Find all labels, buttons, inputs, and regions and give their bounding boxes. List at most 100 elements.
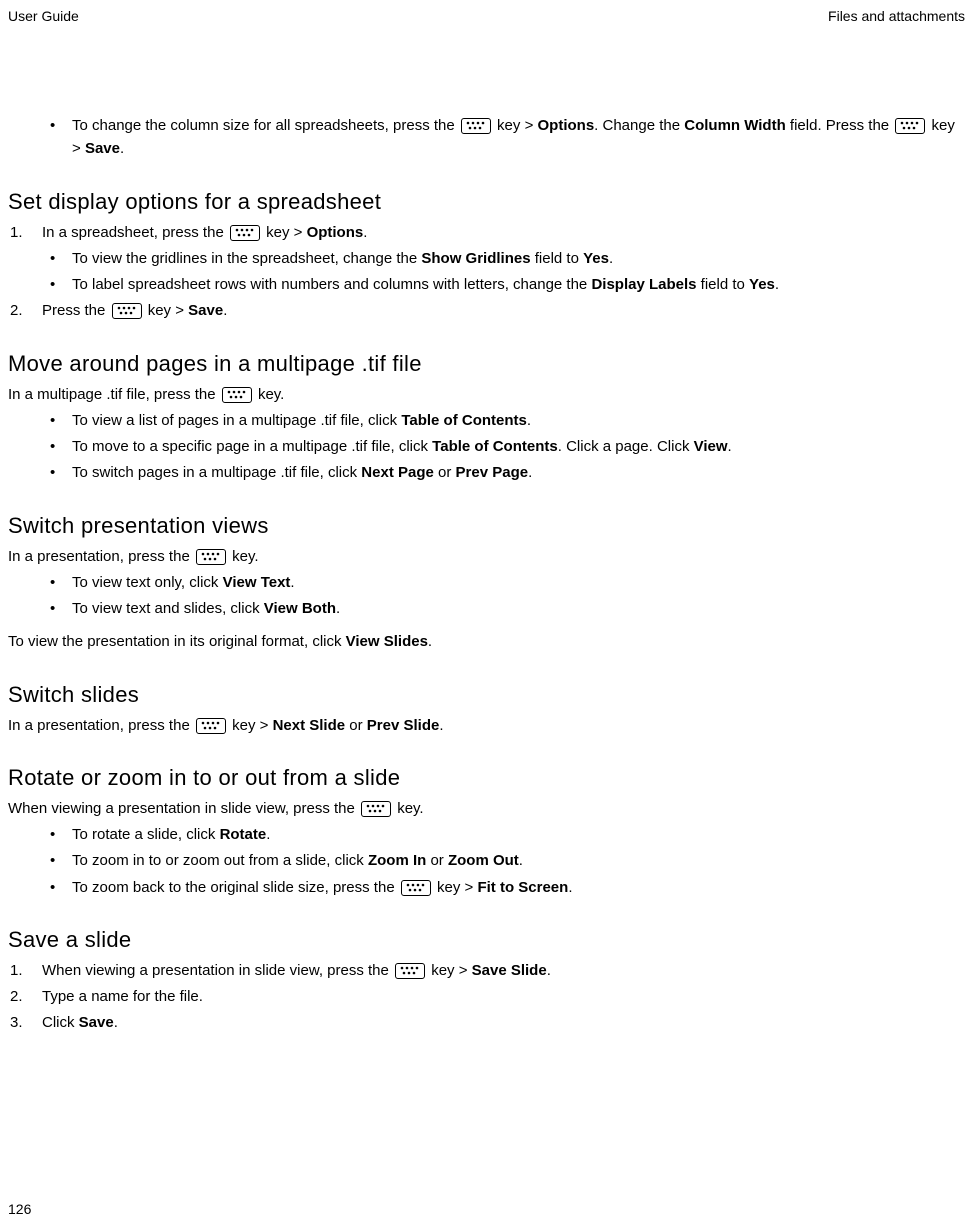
bold-save: Save (79, 1014, 114, 1031)
sec3-outro: To view the presentation in its original… (8, 630, 965, 653)
header-left: User Guide (8, 8, 79, 24)
sec1-step2: 2. Press the key > Save. (8, 299, 965, 322)
sec5-bullets: To rotate a slide, click Rotate. To zoom… (8, 823, 965, 899)
text: . Change the (594, 117, 684, 134)
text: field to (531, 250, 584, 267)
text: . (223, 302, 227, 319)
text: or (345, 717, 367, 734)
text: Press the (42, 302, 110, 319)
text: . (527, 412, 531, 429)
menu-key-icon (401, 880, 431, 896)
sec6-s3: 3. Click Save. (8, 1011, 965, 1034)
bold-view-both: View Both (264, 600, 336, 617)
text: To zoom in to or zoom out from a slide, … (72, 852, 368, 869)
text: In a spreadsheet, press the (42, 224, 228, 241)
bold-next-slide: Next Slide (273, 717, 346, 734)
bold-prev-slide: Prev Slide (367, 717, 440, 734)
bold-view-text: View Text (223, 574, 291, 591)
text: key > (144, 302, 189, 319)
bold-rotate: Rotate (220, 826, 267, 843)
bold-view: View (694, 438, 728, 455)
sec5-b1: To rotate a slide, click Rotate. (50, 823, 965, 846)
bold-toc: Table of Contents (401, 412, 527, 429)
text: key > (427, 962, 472, 979)
heading-set-display-options: Set display options for a spreadsheet (8, 189, 965, 215)
text: or (434, 464, 456, 481)
sec2-intro: In a multipage .tif file, press the key. (8, 383, 965, 406)
menu-key-icon (395, 963, 425, 979)
bold-show-gridlines: Show Gridlines (421, 250, 530, 267)
text: key. (228, 548, 259, 565)
bold-save: Save (85, 140, 120, 157)
text: To view text and slides, click (72, 600, 264, 617)
menu-key-icon (196, 549, 226, 565)
bold-zoom-in: Zoom In (368, 852, 426, 869)
text: To switch pages in a multipage .tif file… (72, 464, 361, 481)
text: key > (493, 117, 538, 134)
bold-save-slide: Save Slide (472, 962, 547, 979)
sec3-bullets: To view text only, click View Text. To v… (8, 571, 965, 621)
sec5-b3: To zoom back to the original slide size,… (50, 876, 965, 899)
bold-zoom-out: Zoom Out (448, 852, 519, 869)
bold-next-page: Next Page (361, 464, 434, 481)
step-number: 1. (10, 959, 23, 982)
text: . (519, 852, 523, 869)
menu-key-icon (196, 718, 226, 734)
text: . (120, 140, 124, 157)
text: To label spreadsheet rows with numbers a… (72, 276, 591, 293)
menu-key-icon (461, 118, 491, 134)
text: . (290, 574, 294, 591)
text: or (426, 852, 448, 869)
text: In a multipage .tif file, press the (8, 386, 220, 403)
text: . (775, 276, 779, 293)
sec2-b2: To move to a specific page in a multipag… (50, 435, 965, 458)
bold-display-labels: Display Labels (591, 276, 696, 293)
step-number: 3. (10, 1011, 23, 1034)
sec1-step1: 1. In a spreadsheet, press the key > Opt… (8, 221, 965, 297)
menu-key-icon (222, 387, 252, 403)
text: To change the column size for all spread… (72, 117, 459, 134)
text: key. (393, 800, 424, 817)
sec4-p: In a presentation, press the key > Next … (8, 714, 965, 737)
sec1-b2: To label spreadsheet rows with numbers a… (50, 273, 965, 296)
text: key > (433, 879, 478, 896)
text: key > (228, 717, 273, 734)
page-content: To change the column size for all spread… (8, 114, 965, 1035)
sec6-s2: 2. Type a name for the file. (8, 985, 965, 1008)
text: . (266, 826, 270, 843)
text: . (547, 962, 551, 979)
sec6-s1: 1. When viewing a presentation in slide … (8, 959, 965, 982)
step-number: 2. (10, 299, 23, 322)
heading-rotate-zoom: Rotate or zoom in to or out from a slide (8, 765, 965, 791)
text: To view the presentation in its original… (8, 633, 346, 650)
text: . (428, 633, 432, 650)
text: In a presentation, press the (8, 717, 194, 734)
bold-column-width: Column Width (684, 117, 786, 134)
bold-options: Options (538, 117, 595, 134)
text: . (609, 250, 613, 267)
sec6-steps: 1. When viewing a presentation in slide … (8, 959, 965, 1035)
text: When viewing a presentation in slide vie… (8, 800, 359, 817)
text: Click (42, 1014, 79, 1031)
text: key > (262, 224, 307, 241)
text: . Click a page. Click (558, 438, 694, 455)
bold-save: Save (188, 302, 223, 319)
text: To view text only, click (72, 574, 223, 591)
sec1-sub-bullets: To view the gridlines in the spreadsheet… (42, 247, 965, 297)
page-header: User Guide Files and attachments (8, 8, 965, 24)
sec1-b1: To view the gridlines in the spreadsheet… (50, 247, 965, 270)
text: . (439, 717, 443, 734)
text: To view a list of pages in a multipage .… (72, 412, 401, 429)
bold-fit-screen: Fit to Screen (477, 879, 568, 896)
text: . (568, 879, 572, 896)
heading-switch-views: Switch presentation views (8, 513, 965, 539)
sec5-b2: To zoom in to or zoom out from a slide, … (50, 849, 965, 872)
menu-key-icon (361, 801, 391, 817)
page-number: 126 (8, 1201, 31, 1217)
sec2-b3: To switch pages in a multipage .tif file… (50, 461, 965, 484)
text: Type a name for the file. (42, 988, 203, 1005)
text: In a presentation, press the (8, 548, 194, 565)
bold-options: Options (307, 224, 364, 241)
page-footer: 126 (8, 1201, 31, 1217)
bold-prev-page: Prev Page (456, 464, 529, 481)
